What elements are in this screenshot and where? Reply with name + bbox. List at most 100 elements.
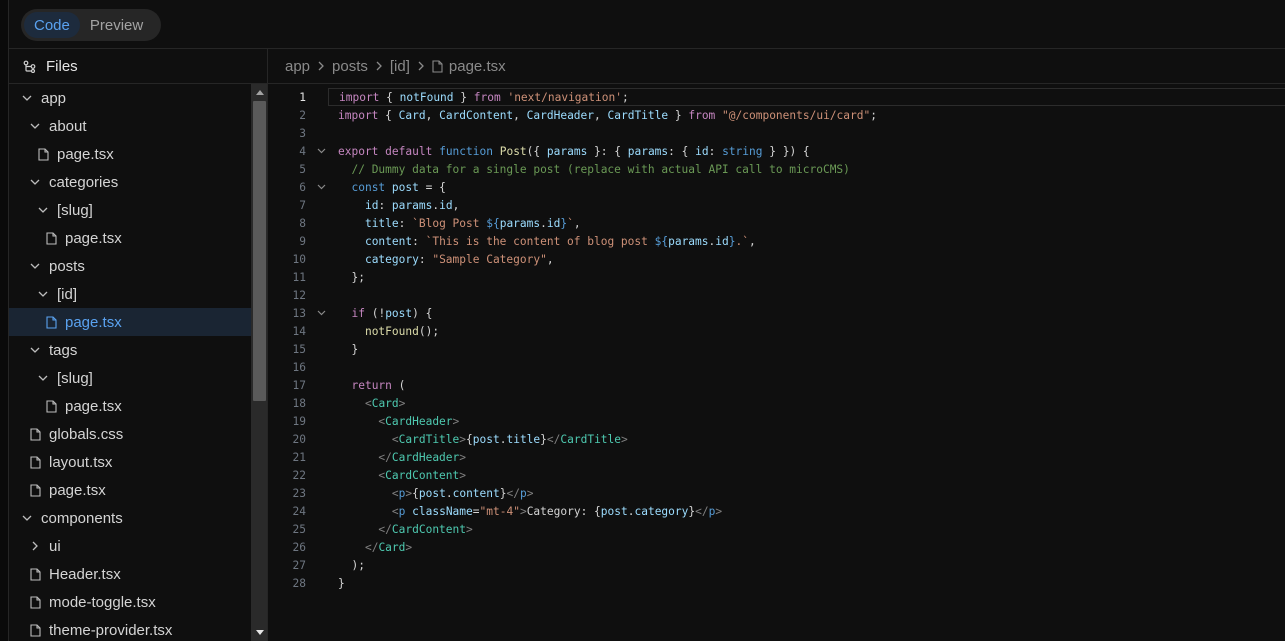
code-line-content: </CardHeader > xyxy=(328,448,1285,466)
code-token: } xyxy=(338,342,359,356)
code-token: > xyxy=(519,504,527,518)
code-line[interactable]: 25 </CardContent > xyxy=(268,520,1285,538)
tree-folder[interactable]: [slug] xyxy=(9,364,251,392)
breadcrumb-item-id[interactable]: [id] xyxy=(390,58,410,75)
code-line[interactable]: 4 export default function Post({ params }… xyxy=(268,142,1285,160)
code-line[interactable]: 22 < CardContent > xyxy=(268,466,1285,484)
code-line[interactable]: 8 title: `Blog Post ${params. id} `, xyxy=(268,214,1285,232)
code-token: } xyxy=(688,504,696,518)
code-token: params xyxy=(546,144,588,158)
tree-file[interactable]: page.tsx xyxy=(9,308,251,336)
code-line[interactable]: 9 content: `This is the content of blog … xyxy=(268,232,1285,250)
tree-folder[interactable]: app xyxy=(9,84,251,112)
chevron-down-icon xyxy=(27,174,43,190)
code-line[interactable]: 12 xyxy=(268,286,1285,304)
line-number: 3 xyxy=(299,126,306,140)
code-token: "@/components/ui/card" xyxy=(722,108,871,122)
tree-folder[interactable]: [slug] xyxy=(9,196,251,224)
line-number: 5 xyxy=(299,162,306,176)
code-line[interactable]: 2 import { Card, CardContent, CardHeader,… xyxy=(268,106,1285,124)
code-token: < xyxy=(391,432,399,446)
code-line-content: < CardHeader > xyxy=(328,412,1285,430)
line-number: 2 xyxy=(299,108,306,122)
code-token: p xyxy=(708,504,716,518)
code-area[interactable]: 1 import { notFound } from 'next/navigati… xyxy=(268,88,1285,592)
scroll-thumb[interactable] xyxy=(253,101,266,401)
code-editor: app posts [id] page.tsx 1 import { notFou… xyxy=(268,49,1285,641)
code-line[interactable]: 26 </Card > xyxy=(268,538,1285,556)
sidebar-scrollbar[interactable] xyxy=(251,84,267,641)
tree-folder[interactable]: tags xyxy=(9,336,251,364)
scroll-down-arrow-icon[interactable] xyxy=(251,624,267,641)
code-line[interactable]: 14 notFound (); xyxy=(268,322,1285,340)
tree-item-label: [slug] xyxy=(57,369,93,387)
code-line[interactable]: 21 </CardHeader > xyxy=(268,448,1285,466)
code-token: content xyxy=(364,234,413,248)
file-explorer-header: Files xyxy=(9,49,267,84)
code-line[interactable]: 5 // Dummy data for a single post (repla… xyxy=(268,160,1285,178)
tree-folder[interactable]: posts xyxy=(9,252,251,280)
code-token: > xyxy=(621,432,628,446)
tree-file[interactable]: theme-provider.tsx xyxy=(9,616,251,641)
code-line[interactable]: 20 < CardTitle >{post. title} </CardTitle > xyxy=(268,430,1285,448)
tree-folder[interactable]: [id] xyxy=(9,280,251,308)
fold-chevron-icon[interactable] xyxy=(314,148,328,154)
tree-file[interactable]: page.tsx xyxy=(9,476,251,504)
code-line[interactable]: 28} xyxy=(268,574,1285,592)
tab-preview[interactable]: Preview xyxy=(80,12,153,38)
fold-chevron-icon[interactable] xyxy=(314,310,328,316)
code-token: params xyxy=(627,144,669,158)
code-line[interactable]: 19 < CardHeader > xyxy=(268,412,1285,430)
code-token: > xyxy=(466,522,473,536)
code-line[interactable]: 27 ); xyxy=(268,556,1285,574)
code-token: params xyxy=(668,234,709,248)
fold-chevron-icon[interactable] xyxy=(314,184,328,190)
tree-file[interactable]: globals.css xyxy=(9,420,251,448)
line-number: 18 xyxy=(292,396,306,410)
code-token: . xyxy=(432,198,440,212)
tree-file[interactable]: page.tsx xyxy=(9,140,251,168)
code-token: `This is the content of blog post xyxy=(425,234,655,248)
code-line-content: < CardTitle >{post. title} </CardTitle > xyxy=(328,430,1285,448)
code-token: > xyxy=(452,414,460,428)
code-line[interactable]: 15 } xyxy=(268,340,1285,358)
code-line-content: // Dummy data for a single post (replace… xyxy=(328,160,1285,178)
file-icon xyxy=(27,622,43,638)
line-number: 7 xyxy=(299,198,306,212)
file-icon xyxy=(27,454,43,470)
tab-code[interactable]: Code xyxy=(24,12,80,38)
code-line[interactable]: 18 < Card > xyxy=(268,394,1285,412)
breadcrumb-item-file[interactable]: page.tsx xyxy=(449,58,506,75)
code-line[interactable]: 17 return ( xyxy=(268,376,1285,394)
tree-folder[interactable]: ui xyxy=(9,532,251,560)
code-line[interactable]: 6 const post = { xyxy=(268,178,1285,196)
tree-file[interactable]: page.tsx xyxy=(9,224,251,252)
code-line[interactable]: 10 category: "Sample Category", xyxy=(268,250,1285,268)
tree-file[interactable]: page.tsx xyxy=(9,392,251,420)
tree-file[interactable]: layout.tsx xyxy=(9,448,251,476)
breadcrumb-item-app[interactable]: app xyxy=(285,58,310,75)
code-line[interactable]: 1 import { notFound } from 'next/navigati… xyxy=(268,88,1285,106)
code-token: import xyxy=(339,90,380,104)
code-line[interactable]: 13 if (! post) { xyxy=(268,304,1285,322)
code-line[interactable]: 23 < p >{post. content} </p > xyxy=(268,484,1285,502)
code-line[interactable]: 7 id: params. id, xyxy=(268,196,1285,214)
code-line[interactable]: 3 xyxy=(268,124,1285,142)
tree-folder[interactable]: about xyxy=(9,112,251,140)
chevron-down-icon xyxy=(27,118,43,134)
code-token: < xyxy=(364,396,372,410)
scroll-up-arrow-icon[interactable] xyxy=(251,84,267,101)
code-token: id xyxy=(546,216,561,230)
code-line[interactable]: 16 xyxy=(268,358,1285,376)
tree-item-label: [slug] xyxy=(57,201,93,219)
tree-folder[interactable]: categories xyxy=(9,168,251,196)
tree-file[interactable]: Header.tsx xyxy=(9,560,251,588)
code-line[interactable]: 24 < p className = "mt-4" > Category: {post. c… xyxy=(268,502,1285,520)
tree-file[interactable]: mode-toggle.tsx xyxy=(9,588,251,616)
breadcrumb-item-posts[interactable]: posts xyxy=(332,58,368,75)
code-line[interactable]: 11 }; xyxy=(268,268,1285,286)
line-number: 15 xyxy=(292,342,306,356)
tree-folder[interactable]: components xyxy=(9,504,251,532)
